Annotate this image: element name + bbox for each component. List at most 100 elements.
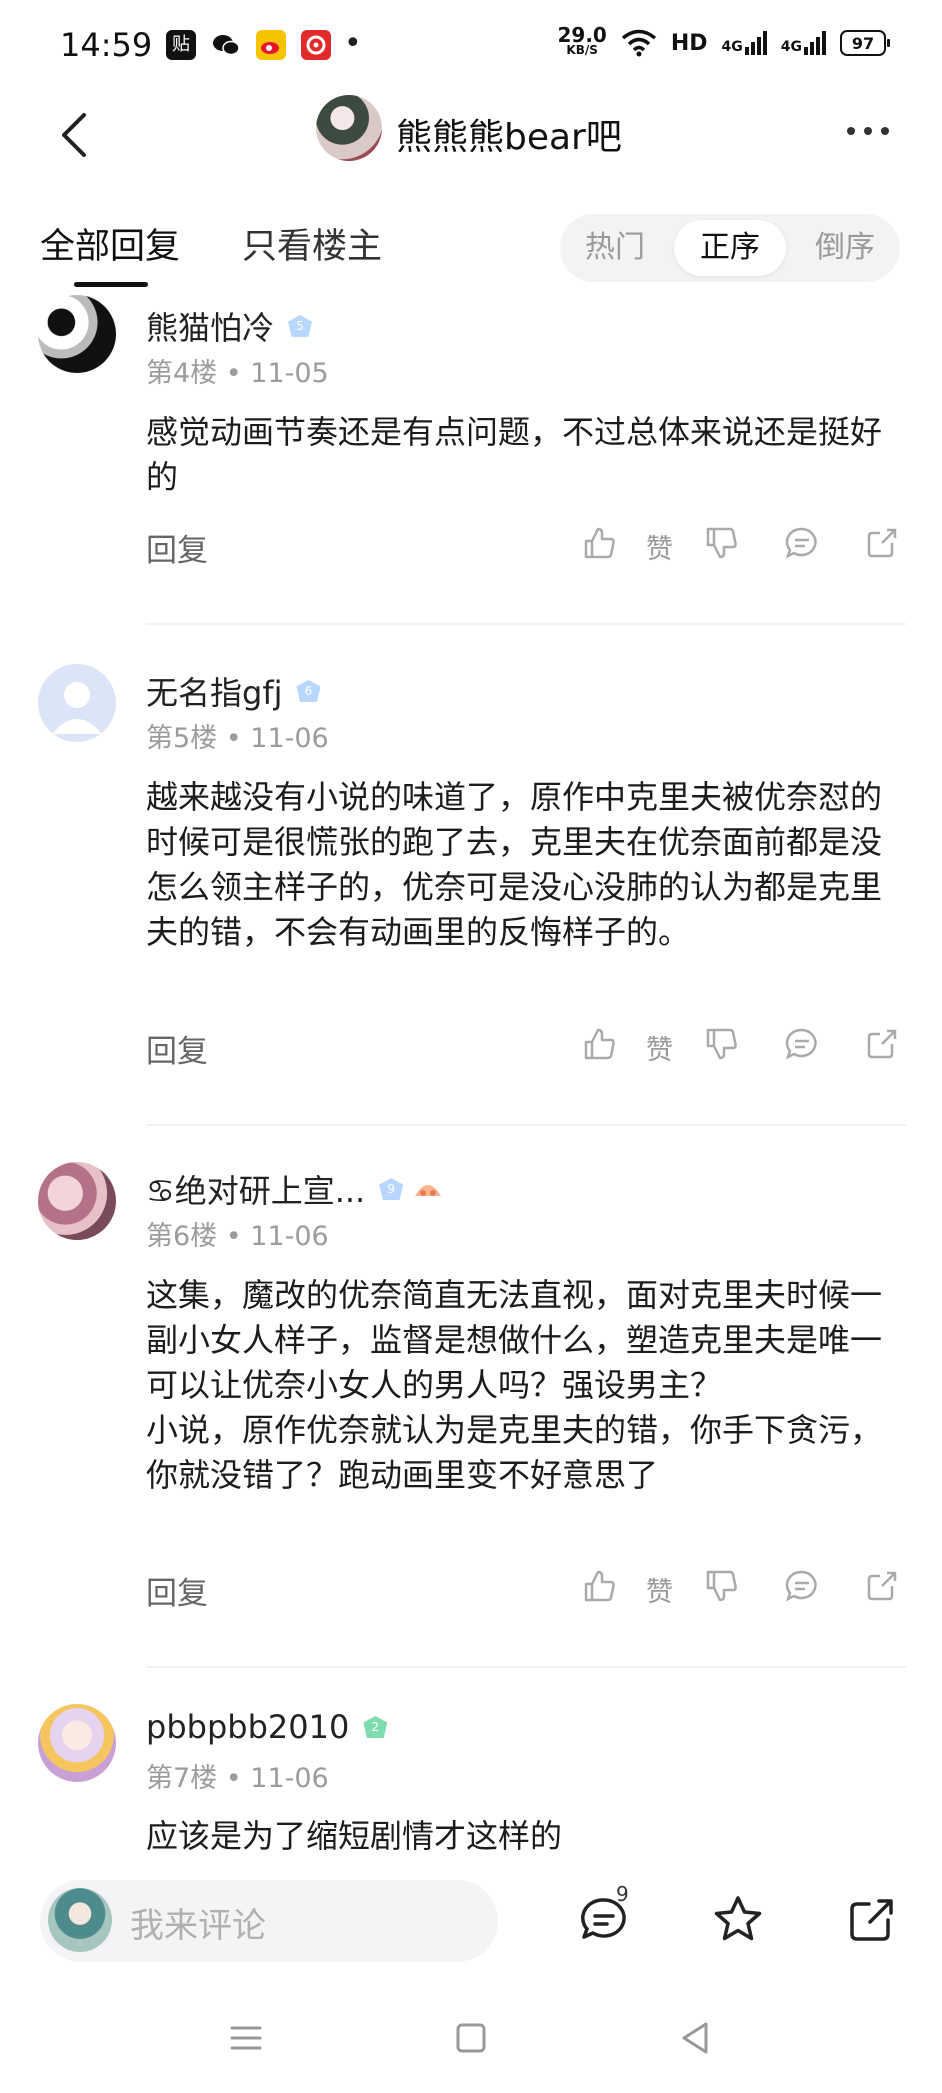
comment-text: 越来越没有小说的味道了，原作中克里夫被优奈怼的时候可是很慌张的跑了去，克里夫在优… xyxy=(146,778,883,951)
battery-icon: 97 xyxy=(840,30,890,56)
thumbs-down-icon[interactable] xyxy=(700,523,740,563)
like-label: 赞 xyxy=(646,534,673,565)
network-speed: 29.0 KB/S xyxy=(557,23,607,58)
comment-floor-4: 熊猫怕冷 5 第4楼 • 11-05 感觉动画节奏还是有点问题，不过总体来说还是… xyxy=(0,295,942,625)
sort-hot-button[interactable]: 热门 xyxy=(560,214,670,282)
divider xyxy=(146,1666,906,1668)
like-label: 赞 xyxy=(646,1577,673,1608)
home-icon[interactable] xyxy=(443,2010,499,2066)
my-avatar xyxy=(48,1888,112,1952)
username[interactable]: pbbpbb2010 2 xyxy=(146,1708,388,1746)
signal-bars-icon xyxy=(744,31,767,55)
status-right-cluster: 29.0 KB/S HD 4G 4G 97 xyxy=(557,23,890,58)
post-date: 11-06 xyxy=(250,1763,329,1794)
reply-button[interactable]: 回复 xyxy=(146,525,208,570)
floor-number: 第4楼 xyxy=(146,358,218,389)
username-text: 无名指gfj xyxy=(146,674,283,712)
avatar[interactable] xyxy=(38,295,116,373)
reply-button[interactable]: 回复 xyxy=(146,1568,208,1613)
share-icon[interactable] xyxy=(862,1024,902,1064)
level-badge-icon: 5 xyxy=(288,315,313,337)
comment-bubble-icon[interactable] xyxy=(782,523,822,563)
wechat-icon xyxy=(211,30,241,60)
comment-text: 感觉动画节奏还是有点问题，不过总体来说还是挺好的 xyxy=(146,413,883,496)
battery-level: 97 xyxy=(851,33,875,53)
comment-text: 这集，魔改的优奈简直无法直视，面对克里夫时候一副小女人样子，监督是想做什么，塑造… xyxy=(146,1276,883,1494)
tab-owner-only[interactable]: 只看楼主 xyxy=(242,218,382,269)
avatar[interactable] xyxy=(38,1162,116,1240)
post-date: 11-06 xyxy=(250,723,329,754)
comment-bubble-icon[interactable] xyxy=(782,1024,822,1064)
comment-actions: 回复 赞 xyxy=(0,517,942,577)
avatar[interactable] xyxy=(38,1704,116,1782)
sort-descending-button[interactable]: 倒序 xyxy=(790,214,900,282)
comment-count-badge: 9 xyxy=(616,1882,629,1906)
tab-bar: 全部回复 只看楼主 热门 正序 倒序 xyxy=(0,200,942,290)
like-label: 赞 xyxy=(646,1035,673,1066)
post-date: 11-05 xyxy=(250,358,329,389)
level-badge-icon: 2 xyxy=(363,1716,388,1738)
post-meta: 第4楼 • 11-05 xyxy=(146,358,329,389)
signal-bars-icon xyxy=(804,31,826,55)
more-options-button[interactable] xyxy=(838,106,898,156)
chevron-left-icon xyxy=(62,113,86,157)
thumbs-up-icon[interactable] xyxy=(578,1024,618,1064)
bottom-action-bar: 我来评论 9 xyxy=(0,1862,942,1972)
reply-button[interactable]: 回复 xyxy=(146,1026,208,1071)
sort-ascending-button[interactable]: 正序 xyxy=(674,220,786,276)
thumbs-down-icon[interactable] xyxy=(700,1566,740,1606)
tieba-app-icon: 贴 xyxy=(166,30,196,60)
username-text: ♋绝对研上宣... xyxy=(146,1172,366,1210)
username[interactable]: 无名指gfj 6 xyxy=(146,668,321,714)
username-text: pbbpbb2010 xyxy=(146,1708,350,1746)
floor-number: 第7楼 xyxy=(146,1763,218,1794)
share-icon[interactable] xyxy=(862,1566,902,1606)
tab-all-replies[interactable]: 全部回复 xyxy=(40,218,180,269)
floor-number: 第6楼 xyxy=(146,1221,218,1252)
post-meta: 第5楼 • 11-06 xyxy=(146,723,329,754)
back-nav-icon[interactable] xyxy=(668,2010,724,2066)
level-badge-icon: 6 xyxy=(296,680,321,702)
level-badge-icon: 9 xyxy=(379,1178,404,1200)
back-button[interactable] xyxy=(46,105,106,185)
star-icon[interactable] xyxy=(708,1890,768,1950)
comment-floor-6: ♋绝对研上宣... 9 第6楼 • 11-06 这集，魔改的优奈简直无法直视，面… xyxy=(0,1160,942,1668)
menu-icon[interactable] xyxy=(218,2010,274,2066)
status-bar: 14:59 贴 • 29.0 KB/S HD 4G 4G 97 xyxy=(0,0,942,90)
forum-title[interactable]: 熊熊熊bear吧 xyxy=(396,108,622,160)
thumbs-down-icon[interactable] xyxy=(700,1024,740,1064)
speed-value: 29.0 xyxy=(557,23,607,47)
username-text: 熊猫怕冷 xyxy=(146,309,275,347)
notification-dot: • xyxy=(344,26,362,61)
signal-4g-1: 4G xyxy=(722,31,767,55)
active-tab-indicator xyxy=(74,282,148,287)
floor-number: 第5楼 xyxy=(146,723,218,754)
share-icon[interactable] xyxy=(842,1890,902,1950)
forum-avatar[interactable] xyxy=(316,95,382,161)
status-time: 14:59 xyxy=(60,26,153,64)
signal-4g-2: 4G xyxy=(781,31,826,55)
net2-label: 4G xyxy=(780,39,802,55)
comment-actions: 回复 赞 xyxy=(0,1018,942,1078)
comment-input[interactable]: 我来评论 xyxy=(40,1880,498,1962)
hd-label: HD xyxy=(670,30,708,56)
comment-floor-5: 无名指gfj 6 第5楼 • 11-06 越来越没有小说的味道了，原作中克里夫被… xyxy=(0,660,942,1126)
post-meta: 第7楼 • 11-06 xyxy=(146,1763,329,1794)
post-date: 11-06 xyxy=(250,1221,329,1252)
cancer-zodiac-badge-icon xyxy=(415,1185,442,1196)
divider xyxy=(146,1124,906,1126)
comment-floor-7: pbbpbb2010 2 第7楼 • 11-06 应该是为了缩短剧情才这样的 xyxy=(0,1702,942,1862)
default-avatar-icon xyxy=(52,682,102,734)
username[interactable]: ♋绝对研上宣... 9 xyxy=(146,1166,445,1212)
thumbs-up-icon[interactable] xyxy=(578,523,618,563)
sort-toggle-group: 热门 正序 倒序 xyxy=(560,214,900,282)
comment-bubble-icon[interactable] xyxy=(782,1566,822,1606)
comment-placeholder: 我来评论 xyxy=(130,1906,266,1946)
share-icon[interactable] xyxy=(862,523,902,563)
username[interactable]: 熊猫怕冷 5 xyxy=(146,303,313,349)
wifi-icon xyxy=(621,29,656,57)
net1-label: 4G xyxy=(721,39,743,55)
avatar[interactable] xyxy=(38,664,116,742)
thumbs-up-icon[interactable] xyxy=(578,1566,618,1606)
comment-text: 应该是为了缩短剧情才这样的 xyxy=(146,1817,563,1855)
